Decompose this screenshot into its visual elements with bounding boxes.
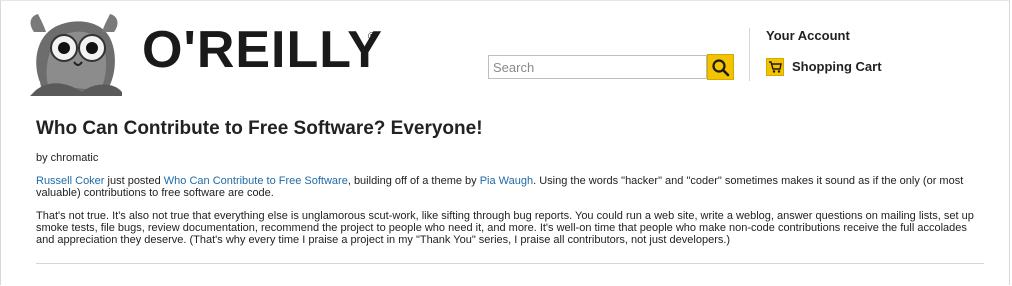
tarsier-logo-image[interactable] bbox=[22, 12, 126, 96]
p1-text-2: , building off of a theme by bbox=[347, 175, 480, 187]
who-can-contribute-link[interactable]: Who Can Contribute to Free Software bbox=[164, 175, 348, 187]
article-separator bbox=[36, 263, 984, 264]
registered-mark: ® bbox=[368, 31, 377, 43]
shopping-cart-icon[interactable] bbox=[766, 58, 784, 76]
header-divider bbox=[749, 28, 750, 81]
article-paragraph-1: Russell Coker just posted Who Can Contri… bbox=[36, 175, 981, 199]
logo-text: O'REILLY bbox=[142, 21, 383, 79]
pia-waugh-link[interactable]: Pia Waugh bbox=[480, 175, 533, 187]
russell-coker-link[interactable]: Russell Coker bbox=[36, 175, 104, 187]
article-title: Who Can Contribute to Free Software? Eve… bbox=[36, 118, 483, 139]
article-byline: by chromatic bbox=[36, 152, 99, 164]
oreilly-wordmark[interactable]: O'REILLY bbox=[142, 22, 383, 78]
search-icon bbox=[712, 59, 730, 77]
your-account-link[interactable]: Your Account bbox=[766, 28, 850, 43]
p1-text-1: just posted bbox=[104, 175, 164, 187]
shopping-cart-link[interactable]: Shopping Cart bbox=[792, 59, 882, 74]
article-paragraph-2: That's not true. It's also not true that… bbox=[36, 210, 974, 246]
search-button[interactable] bbox=[707, 54, 734, 80]
search-input[interactable] bbox=[488, 55, 707, 79]
